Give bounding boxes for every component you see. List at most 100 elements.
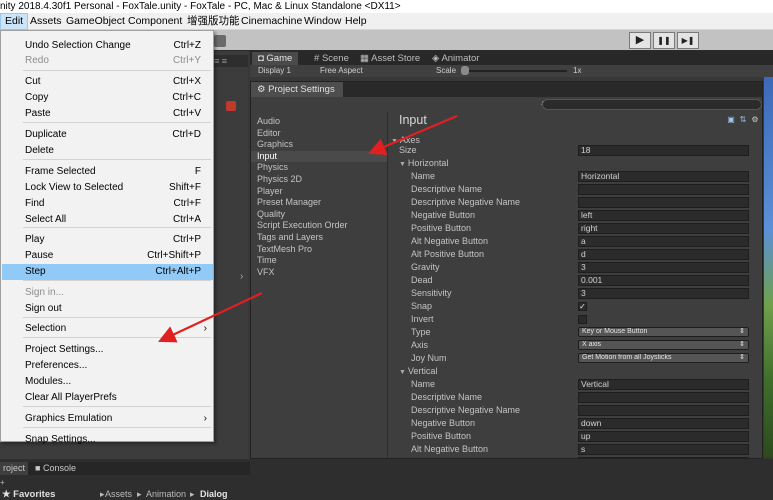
horizontal-alt-positive-button-field[interactable]: d: [578, 249, 749, 260]
menu-item-snap-settings[interactable]: Snap Settings...: [2, 432, 213, 448]
menu-item-lock-view-to-selected[interactable]: Lock View to Selected Shift+F: [2, 180, 213, 196]
tab-project-settings[interactable]: ⚙ Project Settings: [251, 82, 343, 97]
menu-item-redo[interactable]: Redo Ctrl+Y: [2, 53, 213, 69]
book-icon[interactable]: ▣: [727, 116, 735, 124]
horizontal-snap-checkbox[interactable]: ✓: [578, 302, 587, 311]
tab-scene[interactable]: # Scene: [308, 52, 355, 65]
settings-nav-item-time[interactable]: Time: [251, 255, 387, 267]
vertical-negative-button-field[interactable]: down: [578, 418, 749, 429]
horizontal-foldout-label[interactable]: ▼ Horizontal: [399, 157, 448, 171]
settings-nav-item-vfx[interactable]: VFX: [251, 267, 387, 279]
menu-edit[interactable]: Edit: [0, 13, 29, 30]
display-dropdown[interactable]: Display 1: [258, 65, 291, 77]
settings-nav-item-tags-and-layers[interactable]: Tags and Layers: [251, 232, 387, 244]
settings-nav-item-editor[interactable]: Editor: [251, 128, 387, 140]
settings-nav-item-textmesh-pro[interactable]: TextMesh Pro: [251, 244, 387, 256]
collapse-arrow-icon[interactable]: ›: [240, 271, 243, 282]
menu-item-find[interactable]: Find Ctrl+F: [2, 196, 213, 212]
shortcut-label: F: [194, 166, 201, 177]
horizontal-dead-field[interactable]: 0.001: [578, 275, 749, 286]
menu-component[interactable]: Component: [124, 13, 186, 30]
menu-item-modules[interactable]: Modules...: [2, 374, 213, 390]
menu-item-paste[interactable]: Paste Ctrl+V: [2, 106, 213, 122]
menu-item-selection[interactable]: Selection ›: [2, 321, 213, 337]
gear-icon[interactable]: ⚙: [751, 116, 759, 124]
horizontal-alt-negative-button-field[interactable]: a: [578, 236, 749, 247]
menu-cinemachine[interactable]: Cinemachine: [237, 13, 306, 30]
vertical-alt-negative-button-field[interactable]: s: [578, 444, 749, 455]
horizontal-descriptive-name-field[interactable]: [578, 184, 749, 195]
menu-window[interactable]: Window: [300, 13, 345, 30]
tab-project[interactable]: roject: [0, 462, 29, 475]
create-button[interactable]: +: [0, 478, 5, 487]
menu-item-copy[interactable]: Copy Ctrl+C: [2, 90, 213, 106]
aspect-dropdown[interactable]: Free Aspect: [320, 65, 363, 77]
scale-slider-track[interactable]: [462, 70, 567, 72]
pause-button[interactable]: ❚❚: [653, 32, 675, 49]
horizontal-descriptive-negative-name-field[interactable]: [578, 197, 749, 208]
settings-nav-item-audio[interactable]: Audio: [251, 116, 387, 128]
favorites-section[interactable]: ★ Favorites: [0, 489, 100, 500]
menu-item-graphics-emulation[interactable]: Graphics Emulation ›: [2, 411, 213, 427]
tab-animator[interactable]: ◈ Animator: [426, 52, 485, 65]
vertical-positive-button-field[interactable]: up: [578, 431, 749, 442]
play-button[interactable]: ▶: [629, 32, 651, 49]
tab-game[interactable]: ◘ Game: [252, 52, 299, 65]
horizontal-type-dropdown[interactable]: Key or Mouse Button ⇕: [578, 327, 749, 337]
menu-gameobject[interactable]: GameObject: [62, 13, 129, 30]
horizontal-axis-dropdown[interactable]: X axis ⇕: [578, 340, 749, 350]
menu-bar: Edit Assets GameObject Component 增强版功能 C…: [0, 13, 773, 30]
hierarchy-tab-controls[interactable]: ≡ ≡: [212, 55, 248, 67]
settings-nav-item-input[interactable]: Input: [251, 150, 387, 163]
foldout-arrow-icon[interactable]: ▼: [399, 369, 408, 376]
menu-assets[interactable]: Assets: [26, 13, 66, 30]
menu-item-delete[interactable]: Delete: [2, 143, 213, 159]
horizontal-invert-checkbox[interactable]: [578, 315, 587, 324]
menu-item-cut[interactable]: Cut Ctrl+X: [2, 74, 213, 90]
menu-item-select-all[interactable]: Select All Ctrl+A: [2, 212, 213, 228]
menu-enhanced[interactable]: 增强版功能: [183, 13, 244, 30]
vertical-descriptive-negative-name-field[interactable]: [578, 405, 749, 416]
vertical-name-field[interactable]: Vertical: [578, 379, 749, 390]
menu-item-duplicate[interactable]: Duplicate Ctrl+D: [2, 127, 213, 143]
menu-item-play[interactable]: Play Ctrl+P: [2, 232, 213, 248]
toolbar-control[interactable]: [214, 35, 226, 47]
scale-slider-handle[interactable]: [461, 66, 470, 75]
horizontal-positive-button-field[interactable]: right: [578, 223, 749, 234]
settings-nav-item-preset-manager[interactable]: Preset Manager: [251, 197, 387, 209]
horizontal-sensitivity-field[interactable]: 3: [578, 288, 749, 299]
settings-search-input[interactable]: [542, 99, 762, 110]
horizontal-negative-button-field[interactable]: left: [578, 210, 749, 221]
menu-item-pause[interactable]: Pause Ctrl+Shift+P: [2, 248, 213, 264]
project-settings-titlebar: ⚙ Project Settings: [251, 82, 762, 97]
menu-item-frame-selected[interactable]: Frame Selected F: [2, 164, 213, 180]
sliders-icon[interactable]: ⇅: [739, 116, 747, 124]
menu-item-preferences[interactable]: Preferences...: [2, 358, 213, 374]
menu-item-sign-in[interactable]: Sign in...: [2, 285, 213, 301]
settings-nav-item-physics[interactable]: Physics: [251, 162, 387, 174]
breadcrumb-dialog[interactable]: Dialog: [200, 489, 228, 500]
vertical-foldout-label[interactable]: ▼ Vertical: [399, 365, 437, 379]
menu-item-step[interactable]: Step Ctrl+Alt+P: [2, 264, 213, 280]
vertical-descriptive-name-field[interactable]: [578, 392, 749, 403]
axes-size-field[interactable]: 18: [578, 145, 749, 156]
breadcrumb-animation[interactable]: Animation: [146, 489, 186, 500]
menu-item-sign-out[interactable]: Sign out: [2, 301, 213, 317]
tab-asset-store[interactable]: ▦ Asset Store: [354, 52, 426, 65]
breadcrumb-assets[interactable]: Assets: [105, 489, 132, 500]
horizontal-joy-num-dropdown[interactable]: Get Motion from all Joysticks ⇕: [578, 353, 749, 363]
menu-help[interactable]: Help: [341, 13, 371, 30]
horizontal-name-field[interactable]: Horizontal: [578, 171, 749, 182]
foldout-arrow-icon[interactable]: ▼: [399, 161, 408, 168]
menu-item-undo-selection-change[interactable]: Undo Selection Change Ctrl+Z: [2, 38, 213, 54]
tab-console[interactable]: ■ Console: [32, 462, 79, 475]
menu-item-project-settings[interactable]: Project Settings...: [2, 342, 213, 358]
settings-nav-item-graphics[interactable]: Graphics: [251, 139, 387, 151]
menu-item-clear-all-playerprefs[interactable]: Clear All PlayerPrefs: [2, 390, 213, 406]
settings-nav-item-player[interactable]: Player: [251, 186, 387, 198]
settings-nav-item-quality[interactable]: Quality: [251, 209, 387, 221]
settings-nav-item-script-execution-order[interactable]: Script Execution Order: [251, 220, 387, 232]
horizontal-gravity-field[interactable]: 3: [578, 262, 749, 273]
step-button[interactable]: ▶❚: [677, 32, 699, 49]
settings-nav-item-physics-2d[interactable]: Physics 2D: [251, 174, 387, 186]
